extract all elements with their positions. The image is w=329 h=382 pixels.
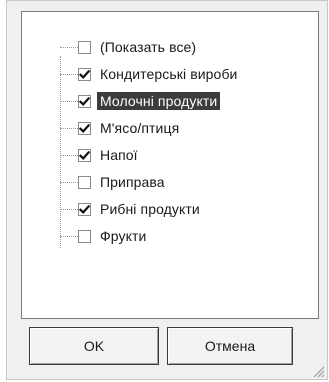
checkbox[interactable]	[78, 94, 91, 108]
tree-branch	[60, 208, 78, 210]
list-item-label: Фрукти	[100, 228, 147, 244]
tree-branch	[60, 127, 78, 129]
checkbox[interactable]	[78, 175, 91, 189]
checkmark-icon	[79, 96, 90, 106]
list-item[interactable]: Фрукти	[60, 225, 320, 247]
list-item[interactable]: Приправа	[60, 171, 320, 193]
tree-branch	[60, 235, 78, 237]
checkbox[interactable]	[78, 121, 91, 135]
checkbox[interactable]	[78, 229, 91, 243]
list-item-label: Молочні продукти	[97, 92, 221, 110]
tree-branch	[60, 73, 78, 75]
ok-button[interactable]: OK	[29, 327, 159, 365]
checkmark-icon	[79, 123, 90, 133]
list-item-label: Кондитерські вироби	[100, 66, 238, 82]
list-item[interactable]: Молочні продукти	[60, 90, 320, 112]
checkmark-icon	[79, 204, 90, 214]
tree-branch	[60, 100, 78, 102]
checkbox[interactable]	[78, 67, 91, 81]
list-item-label: Напої	[100, 147, 138, 163]
tree-branch	[60, 181, 78, 183]
tree-branch	[60, 46, 78, 48]
list-item[interactable]: (Показать все)	[60, 36, 320, 58]
checkbox[interactable]	[78, 40, 91, 54]
filter-values-list[interactable]: (Показать все) Кондитерські вироби Молоч…	[21, 11, 319, 319]
list-item[interactable]: Рибні продукти	[60, 198, 320, 220]
list-item[interactable]: Напої	[60, 144, 320, 166]
resize-grip-icon[interactable]	[297, 339, 327, 379]
tree-branch	[60, 154, 78, 156]
list-item-label: (Показать все)	[100, 39, 197, 55]
autofilter-dialog: (Показать все) Кондитерські вироби Молоч…	[6, 0, 328, 380]
list-item[interactable]: М'ясо/птиця	[60, 117, 320, 139]
list-item[interactable]: Кондитерські вироби	[60, 63, 320, 85]
checkmark-icon	[79, 69, 90, 79]
cancel-button[interactable]: Отмена	[167, 327, 293, 365]
list-item-label: Приправа	[100, 174, 165, 190]
checkbox[interactable]	[78, 202, 91, 216]
checkmark-icon	[79, 150, 90, 160]
checkbox[interactable]	[78, 148, 91, 162]
list-item-label: М'ясо/птиця	[100, 120, 180, 136]
list-item-label: Рибні продукти	[100, 201, 200, 217]
